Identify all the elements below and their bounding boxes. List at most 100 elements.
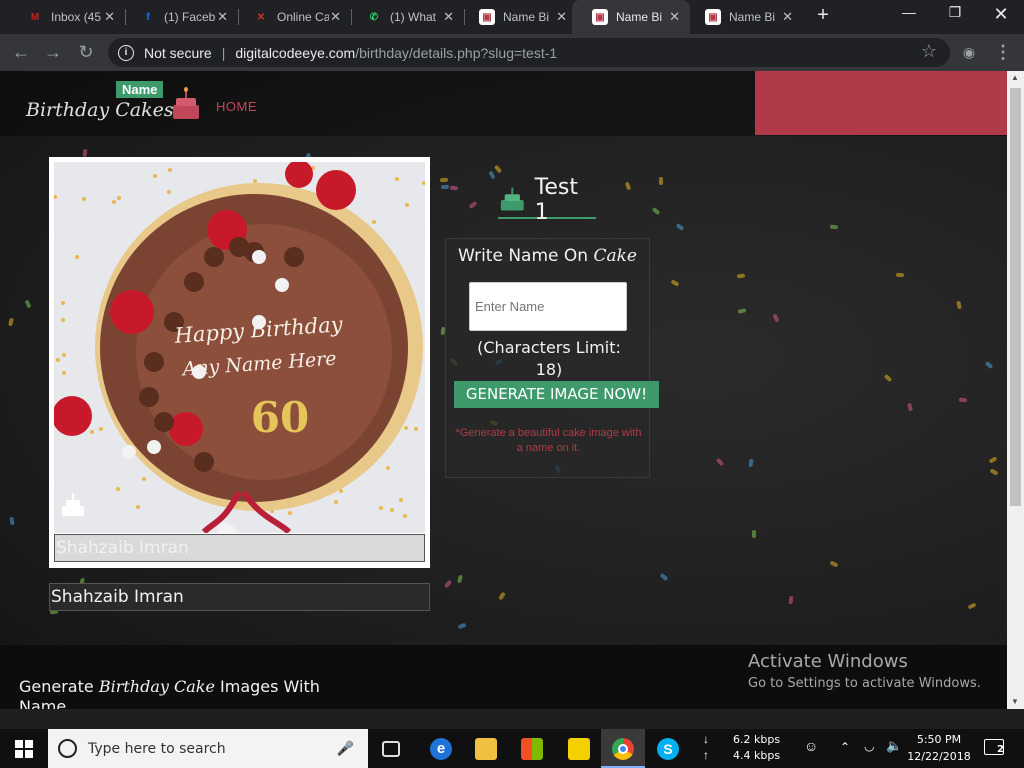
online-icon: ✕ bbox=[256, 11, 266, 23]
browser-tab[interactable]: ▣ Name Bi ✕ bbox=[572, 0, 690, 34]
tab-close-icon[interactable]: ✕ bbox=[330, 9, 341, 25]
wifi-icon[interactable]: ◡ bbox=[864, 739, 874, 753]
windows-start-icon[interactable] bbox=[15, 740, 33, 758]
tab-close-icon[interactable]: ✕ bbox=[104, 9, 115, 25]
skype-icon[interactable]: S bbox=[657, 738, 679, 760]
activate-windows-title: Activate Windows bbox=[748, 651, 908, 672]
browser-tab[interactable]: ✆ (1) What ✕ bbox=[346, 0, 464, 34]
tab-close-icon[interactable]: ✕ bbox=[443, 9, 454, 25]
tab-close-icon[interactable]: ✕ bbox=[782, 9, 793, 25]
scroll-up-arrow[interactable]: ▲ bbox=[1011, 73, 1019, 82]
people-icon[interactable]: ☺ bbox=[804, 738, 818, 754]
browser-tab[interactable]: M Inbox (45 ✕ bbox=[7, 0, 125, 34]
sprinkle bbox=[99, 427, 103, 431]
chocolate-swirl bbox=[204, 247, 224, 267]
facebook-icon: f bbox=[146, 11, 150, 23]
sprinkle bbox=[136, 505, 140, 509]
panel-title: Write Name On Cake bbox=[446, 246, 649, 266]
browser-tab[interactable]: ✕ Online Ca ✕ bbox=[233, 0, 351, 34]
site-logo[interactable]: Name Birthday Cakes bbox=[26, 81, 206, 129]
incognito-icon[interactable]: ◉ bbox=[958, 42, 980, 62]
minimize-button[interactable]: — bbox=[894, 4, 924, 20]
bookmark-star-icon[interactable]: ☆ bbox=[918, 41, 940, 61]
browser-toolbar: ← → ↻ i Not secure | digitalcodeeye.com … bbox=[0, 34, 1024, 71]
confetti-piece bbox=[9, 516, 15, 526]
sprinkle bbox=[56, 358, 60, 362]
cake-favicon-icon: ▣ bbox=[592, 9, 608, 25]
store-icon[interactable] bbox=[521, 738, 543, 760]
restore-button[interactable]: ❐ bbox=[940, 4, 970, 21]
confetti-piece bbox=[8, 317, 14, 327]
cake-number: 60 bbox=[251, 393, 309, 442]
form-panel: Write Name On Cake (Characters Limit: 18… bbox=[445, 238, 659, 478]
confetti-piece bbox=[659, 572, 669, 582]
confetti-piece bbox=[675, 223, 685, 231]
task-view-icon[interactable] bbox=[382, 741, 400, 757]
gmail-icon: M bbox=[30, 11, 40, 23]
confetti-piece bbox=[498, 591, 506, 601]
url-path[interactable]: /birthday/details.php?slug=test-1 bbox=[355, 45, 557, 61]
scroll-down-arrow[interactable]: ▼ bbox=[1011, 697, 1019, 706]
url-domain[interactable]: digitalcodeeye.com bbox=[235, 45, 355, 61]
browser-tab[interactable]: ▣ Name Bi ✕ bbox=[685, 0, 803, 34]
confetti-piece bbox=[670, 279, 680, 287]
reload-icon[interactable]: ↻ bbox=[75, 42, 97, 62]
close-window-button[interactable]: ✕ bbox=[986, 4, 1016, 25]
tab-close-icon[interactable]: ✕ bbox=[217, 9, 228, 25]
sprinkle bbox=[334, 500, 338, 504]
taskbar-search-box[interactable]: Type here to search 🎤 bbox=[48, 729, 368, 768]
confetti-piece bbox=[24, 299, 32, 309]
taskbar-search-placeholder: Type here to search bbox=[88, 740, 226, 757]
sprinkle bbox=[403, 514, 407, 518]
network-arrows-icon: ↓ ↑ bbox=[703, 732, 709, 762]
confetti-piece bbox=[443, 579, 453, 589]
confetti-piece bbox=[907, 402, 913, 412]
web-page: Name Birthday Cakes HOME Happy Birthday … bbox=[0, 71, 1007, 709]
volume-icon[interactable]: 🔈 bbox=[886, 738, 902, 754]
security-label[interactable]: Not secure bbox=[144, 45, 212, 61]
confetti-piece bbox=[449, 185, 459, 191]
microphone-icon[interactable]: 🎤 bbox=[337, 740, 354, 757]
tab-close-icon[interactable]: ✕ bbox=[669, 9, 680, 25]
tab-close-icon[interactable]: ✕ bbox=[556, 9, 567, 25]
confetti-piece bbox=[488, 170, 496, 180]
cake-favicon-icon: ▣ bbox=[479, 9, 495, 25]
confetti-piece bbox=[624, 181, 632, 191]
back-icon[interactable]: ← bbox=[10, 42, 32, 62]
chocolate-swirl bbox=[194, 452, 214, 472]
clock-time[interactable]: 5:50 PM bbox=[913, 733, 965, 746]
info-icon[interactable]: i bbox=[118, 44, 134, 61]
sprinkle bbox=[399, 498, 403, 502]
white-pearl bbox=[122, 445, 136, 459]
confetti-piece bbox=[493, 164, 503, 174]
generate-image-button[interactable]: GENERATE IMAGE NOW! bbox=[454, 381, 659, 408]
file-explorer-icon[interactable] bbox=[475, 738, 497, 760]
new-tab-button[interactable]: + bbox=[812, 4, 834, 28]
tray-chevron-icon[interactable]: ⌃ bbox=[840, 740, 850, 754]
sticky-notes-icon[interactable] bbox=[568, 738, 590, 760]
header-accent-block bbox=[755, 71, 1007, 135]
sprinkle bbox=[405, 203, 409, 207]
sprinkle bbox=[142, 477, 146, 481]
cortana-circle-icon bbox=[58, 739, 77, 758]
menu-dots-icon[interactable]: ⋮ bbox=[992, 42, 1014, 62]
forward-icon[interactable]: → bbox=[42, 42, 64, 62]
tab-title: Inbox (45 bbox=[51, 10, 102, 24]
confetti-piece bbox=[440, 184, 450, 190]
edge-browser-icon[interactable]: e bbox=[430, 738, 452, 760]
scrollbar-thumb[interactable] bbox=[1010, 88, 1021, 506]
sprinkle bbox=[153, 174, 157, 178]
nav-home-link[interactable]: HOME bbox=[216, 99, 257, 114]
browser-tab[interactable]: ▣ Name Bi ✕ bbox=[459, 0, 577, 34]
address-bar[interactable]: i Not secure | digitalcodeeye.com /birth… bbox=[108, 38, 950, 67]
sprinkle bbox=[167, 190, 171, 194]
character-limit-note: (Characters Limit: 18) bbox=[477, 338, 621, 379]
cake-image[interactable]: Happy Birthday Any Name Here 60 bbox=[54, 162, 425, 533]
sprinkle bbox=[253, 179, 257, 183]
name-input[interactable] bbox=[469, 282, 627, 331]
browser-tab[interactable]: f (1) Faceb ✕ bbox=[120, 0, 238, 34]
sprinkle bbox=[379, 506, 383, 510]
sprinkle bbox=[395, 177, 399, 181]
clock-date[interactable]: 12/22/2018 bbox=[907, 750, 971, 763]
white-pearl bbox=[147, 440, 161, 454]
